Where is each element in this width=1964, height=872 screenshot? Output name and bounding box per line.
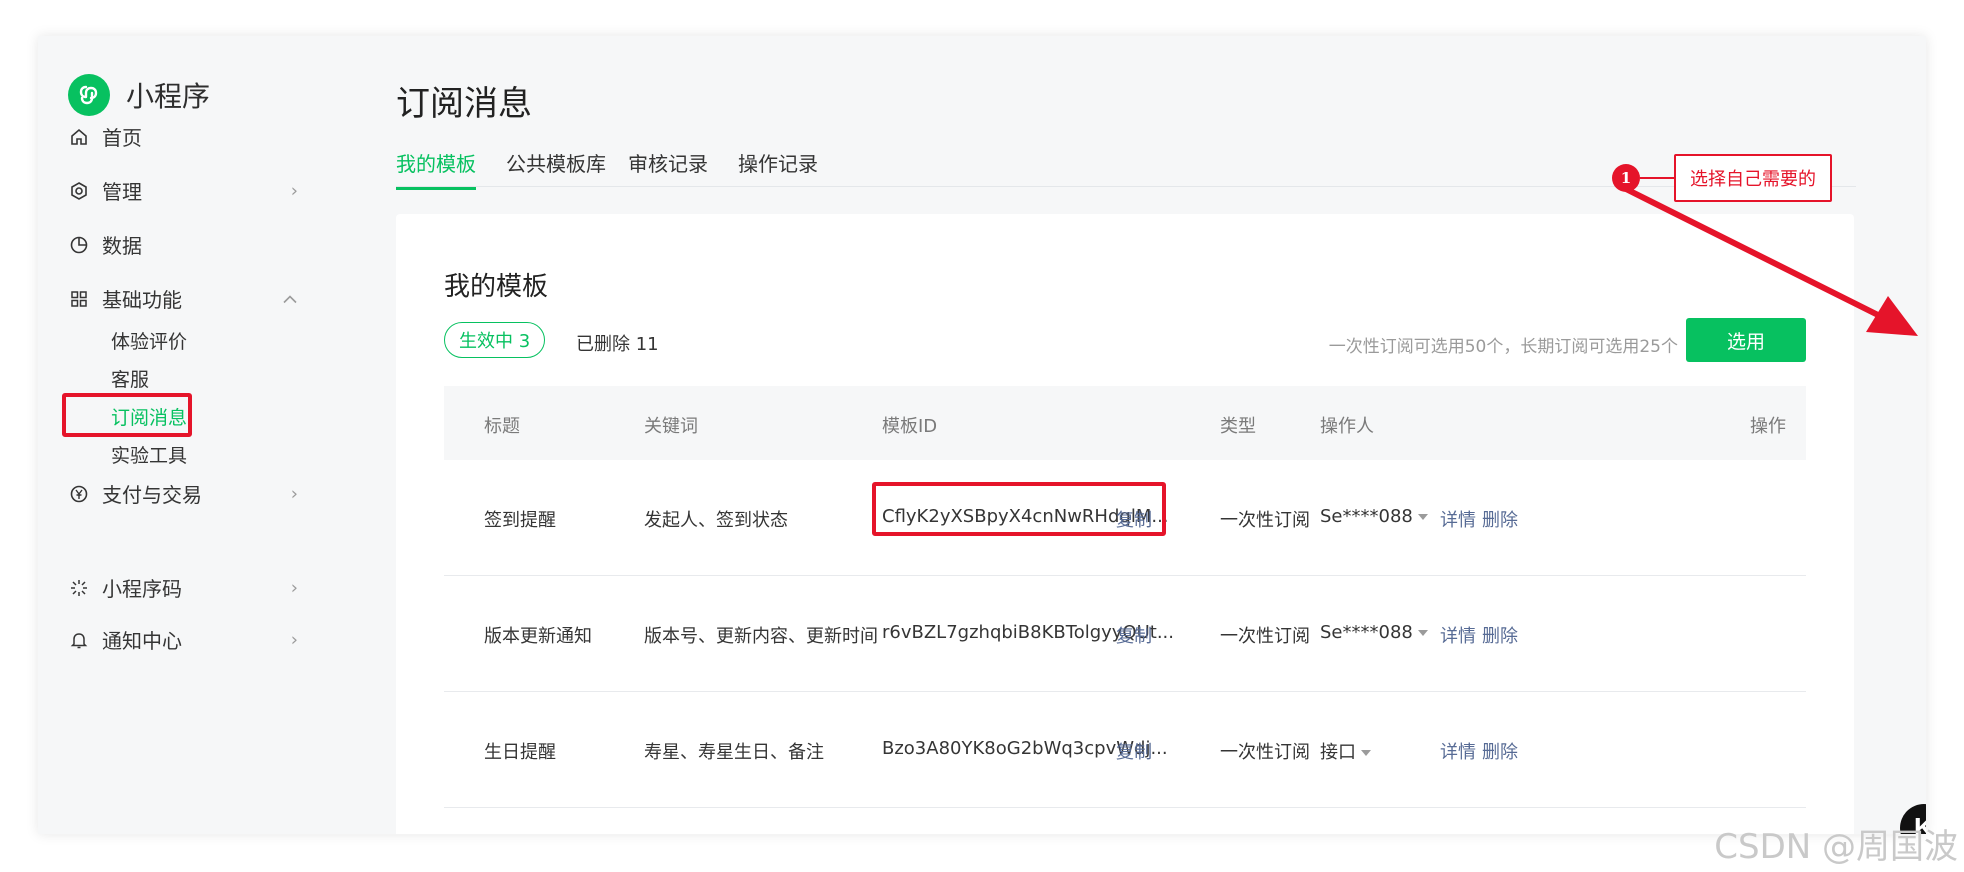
column-header-keywords: 关键词 [644, 416, 698, 437]
cell-operator[interactable]: Se****088 [1320, 622, 1428, 643]
copy-template-id-button[interactable]: 复制 [1116, 738, 1152, 764]
tab-operation-records[interactable]: 操作记录 [738, 148, 818, 187]
column-header-actions: 操作 [1750, 416, 1786, 437]
sidebar-item-basic-features[interactable]: 基础功能 [68, 284, 298, 313]
chevron-right-icon: › [290, 180, 298, 201]
operator-name: 接口 [1320, 742, 1356, 763]
cell-keywords: 发起人、签到状态 [644, 510, 788, 531]
sidebar-item-label: 通知中心 [102, 629, 182, 653]
yen-icon [68, 483, 90, 505]
filter-active[interactable]: 生效中 3 [444, 322, 546, 358]
chevron-right-icon: › [290, 629, 298, 650]
sidebar-item-label: 小程序码 [102, 577, 182, 601]
cell-title: 生日提醒 [484, 742, 556, 763]
settings-hex-icon [68, 180, 90, 202]
cell-title: 签到提醒 [484, 510, 556, 531]
cell-type: 一次性订阅 [1220, 626, 1310, 647]
delete-link[interactable]: 删除 [1482, 738, 1518, 764]
column-header-operator: 操作人 [1320, 416, 1374, 437]
detail-link[interactable]: 详情 [1440, 506, 1476, 532]
sidebar-item-home[interactable]: 首页 [68, 122, 298, 151]
chevron-right-icon: › [290, 483, 298, 504]
tab-my-templates[interactable]: 我的模板 [396, 148, 476, 190]
column-header-type: 类型 [1220, 416, 1256, 437]
cell-title: 版本更新通知 [484, 626, 592, 647]
sidebar-item-payment[interactable]: 支付与交易 › [68, 479, 298, 508]
caret-down-icon [1417, 630, 1428, 636]
sidebar-subitem-experiment-tools[interactable]: 实验工具 [111, 441, 187, 468]
detail-link[interactable]: 详情 [1440, 622, 1476, 648]
pie-chart-icon [68, 234, 90, 256]
table-row: 版本更新通知 版本号、更新内容、更新时间 r6vBZL7gzhqbiB8KBTo… [444, 576, 1806, 692]
highlight-box-template-id [872, 482, 1166, 536]
grid-icon [68, 288, 90, 310]
cell-operator[interactable]: Se****088 [1320, 506, 1428, 527]
cell-type: 一次性订阅 [1220, 510, 1310, 531]
table-row: 生日提醒 寿星、寿星生日、备注 Bzo3A80YK8oG2bWq3cpvWdj.… [444, 692, 1806, 808]
app-logo[interactable]: 小程序 [68, 74, 210, 116]
filter-deleted[interactable]: 已删除 11 [576, 330, 659, 356]
annotation-connector-line [1640, 177, 1674, 179]
delete-link[interactable]: 删除 [1482, 506, 1518, 532]
home-icon [68, 126, 90, 148]
sidebar-item-label: 数据 [102, 234, 142, 258]
tab-public-template-library[interactable]: 公共模板库 [506, 148, 606, 187]
sidebar-item-manage[interactable]: 管理 › [68, 176, 298, 205]
sidebar-subitem-customer-service[interactable]: 客服 [111, 365, 149, 392]
sidebar-item-label: 基础功能 [102, 288, 182, 312]
sidebar-item-label: 支付与交易 [102, 483, 202, 507]
sidebar-item-notifications[interactable]: 通知中心 › [68, 625, 298, 654]
column-header-title: 标题 [484, 416, 520, 437]
watermark: CSDN @周国波 [1714, 827, 1958, 867]
operator-name: Se****088 [1320, 622, 1413, 643]
sidebar-item-qrcode[interactable]: 小程序码 › [68, 573, 298, 602]
card-title: 我的模板 [444, 272, 549, 302]
sidebar-item-label: 管理 [102, 180, 142, 204]
table-header: 标题 关键词 模板ID 类型 操作人 操作 [444, 386, 1806, 460]
app-name: 小程序 [126, 80, 211, 113]
sidebar-item-data[interactable]: 数据 [68, 230, 298, 259]
miniprogram-logo-icon [68, 74, 110, 116]
caret-down-icon [1417, 514, 1428, 520]
sidebar-item-label: 首页 [102, 126, 142, 150]
table-row: 签到提醒 发起人、签到状态 CflyK2yXSBpyX4cnNwRHdqlM..… [444, 460, 1806, 576]
page-title: 订阅消息 [396, 84, 532, 124]
sidebar-subitem-experience-review[interactable]: 体验评价 [111, 327, 187, 354]
tab-review-records[interactable]: 审核记录 [628, 148, 708, 187]
column-header-template-id: 模板ID [882, 416, 938, 437]
bell-icon [68, 629, 90, 651]
qrcode-burst-icon [68, 577, 90, 599]
copy-template-id-button[interactable]: 复制 [1116, 622, 1152, 648]
main-content: 订阅消息 我的模板 公共模板库 审核记录 操作记录 我的模板 生效中 3 已删除… [328, 36, 1926, 834]
detail-link[interactable]: 详情 [1440, 738, 1476, 764]
app-window: 小程序 首页 管理 › 数据 基础功能 体验评价 客服 订阅消息 实验工具 支付… [38, 36, 1926, 834]
sidebar: 小程序 首页 管理 › 数据 基础功能 体验评价 客服 订阅消息 实验工具 支付… [38, 36, 328, 834]
chevron-up-icon [282, 288, 298, 309]
cell-keywords: 版本号、更新内容、更新时间 [644, 626, 878, 647]
delete-link[interactable]: 删除 [1482, 622, 1518, 648]
chevron-right-icon: › [290, 577, 298, 598]
cell-keywords: 寿星、寿星生日、备注 [644, 742, 824, 763]
cell-operator[interactable]: 接口 [1320, 738, 1371, 764]
annotation-arrow-icon [1621, 185, 1918, 336]
cell-type: 一次性订阅 [1220, 742, 1310, 763]
operator-name: Se****088 [1320, 506, 1413, 527]
highlight-box-subscription-messages [62, 393, 192, 437]
caret-down-icon [1361, 750, 1371, 756]
templates-table: 标题 关键词 模板ID 类型 操作人 操作 签到提醒 发起人、签到状态 Cfly… [444, 386, 1806, 808]
